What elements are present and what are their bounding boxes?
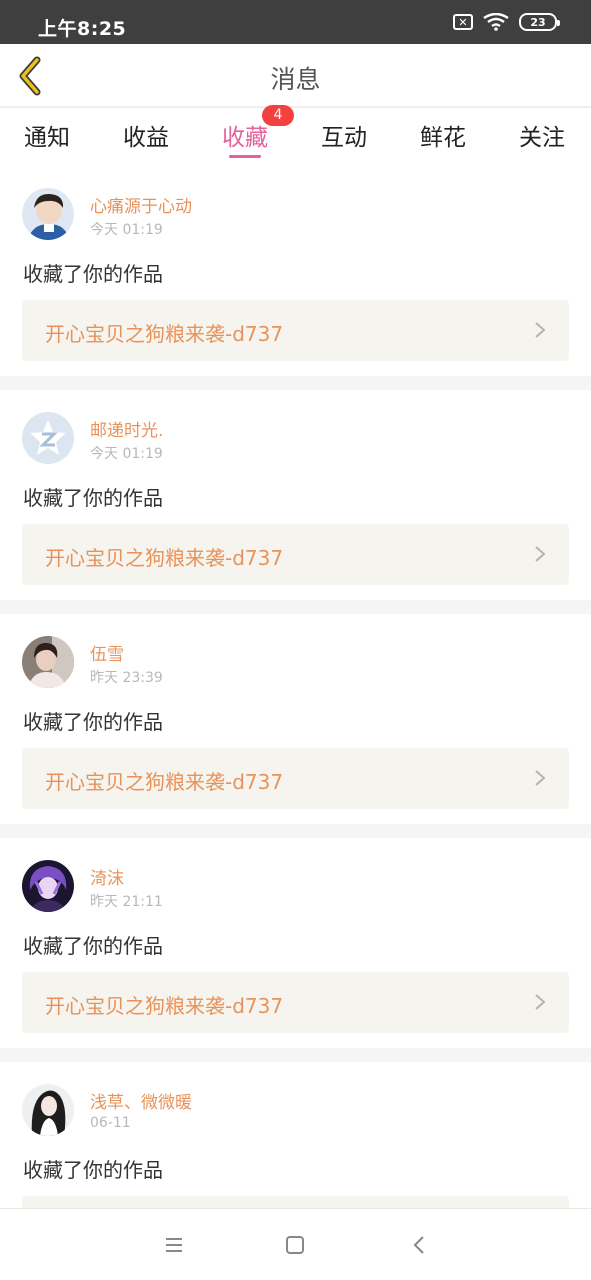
message-card: 浅草、微微暖 06-11 收藏了你的作品 [0, 1062, 591, 1208]
work-link[interactable]: 开心宝贝之狗粮来袭-d737 [22, 300, 569, 361]
divider [0, 1048, 591, 1062]
tab-label: 互动 [321, 125, 367, 151]
work-title: 开心宝贝之狗粮来袭-d737 [45, 770, 284, 794]
tab-label: 收藏 [222, 125, 268, 151]
divider [0, 376, 591, 390]
chevron-right-icon [535, 770, 546, 786]
username[interactable]: 浅草、微微暖 [90, 1088, 192, 1113]
sim-off-icon: ✕ [453, 14, 473, 30]
username[interactable]: 心痛源于心动 [90, 192, 192, 217]
avatar[interactable] [22, 188, 74, 240]
tab-flowers[interactable]: 鲜花 [420, 118, 466, 152]
work-link[interactable]: 开心宝贝之狗粮来袭-d737 [22, 524, 569, 585]
timestamp: 昨天 23:39 [90, 670, 163, 686]
tab-follow[interactable]: 关注 [519, 118, 565, 152]
timestamp: 昨天 21:11 [90, 894, 163, 910]
username[interactable]: 邮递时光. [90, 416, 163, 441]
avatar[interactable] [22, 1084, 74, 1136]
action-text: 收藏了你的作品 [23, 710, 163, 734]
chevron-right-icon [535, 546, 546, 562]
menu-icon[interactable] [162, 1233, 186, 1257]
unread-badge: 4 [262, 105, 294, 126]
avatar[interactable] [22, 860, 74, 912]
page-title: 消息 [270, 65, 321, 94]
action-text: 收藏了你的作品 [23, 262, 163, 286]
divider [0, 824, 591, 838]
work-link[interactable]: 开心宝贝之狗粮来袭-d737 [22, 748, 569, 809]
timestamp: 今天 01:19 [90, 446, 163, 462]
tab-interactions[interactable]: 互动 [321, 118, 367, 152]
tab-label: 关注 [519, 125, 565, 151]
back-triangle-icon[interactable] [407, 1233, 431, 1257]
status-time: 上午8:25 [38, 18, 127, 40]
status-bar: 上午8:25 ✕ 23 [0, 0, 591, 44]
work-link[interactable] [22, 1196, 569, 1208]
message-feed[interactable]: 心痛源于心动 今天 01:19 收藏了你的作品 开心宝贝之狗粮来袭-d737 邮… [0, 166, 591, 1208]
username[interactable]: 渏沫 [90, 864, 124, 889]
tab-label: 鲜花 [420, 125, 466, 151]
tab-favorites[interactable]: 收藏 4 [222, 105, 294, 158]
active-tab-indicator [229, 155, 261, 158]
work-title: 开心宝贝之狗粮来袭-d737 [45, 322, 284, 346]
work-link[interactable]: 开心宝贝之狗粮来袭-d737 [22, 972, 569, 1033]
message-card: 邮递时光. 今天 01:19 收藏了你的作品 开心宝贝之狗粮来袭-d737 [0, 390, 591, 600]
tab-earnings[interactable]: 收益 [123, 118, 169, 152]
username[interactable]: 伍雪 [90, 640, 124, 665]
message-card: 伍雪 昨天 23:39 收藏了你的作品 开心宝贝之狗粮来袭-d737 [0, 614, 591, 824]
avatar[interactable] [22, 636, 74, 688]
system-nav-bar [0, 1208, 591, 1280]
chevron-right-icon [535, 322, 546, 338]
status-icons: ✕ 23 [453, 13, 560, 31]
action-text: 收藏了你的作品 [23, 934, 163, 958]
action-text: 收藏了你的作品 [23, 1158, 163, 1182]
tab-bar: 通知 收益 收藏 4 互动 鲜花 关注 [0, 105, 591, 166]
tab-label: 收益 [123, 125, 169, 151]
nav-bar: 消息 [0, 44, 591, 108]
avatar[interactable] [22, 412, 74, 464]
work-title: 开心宝贝之狗粮来袭-d737 [45, 546, 284, 570]
wifi-icon [483, 13, 509, 31]
tab-label: 通知 [24, 125, 70, 151]
timestamp: 06-11 [90, 1115, 131, 1131]
timestamp: 今天 01:19 [90, 222, 163, 238]
battery-indicator: 23 [519, 13, 560, 31]
divider [0, 600, 591, 614]
message-card: 渏沫 昨天 21:11 收藏了你的作品 开心宝贝之狗粮来袭-d737 [0, 838, 591, 1048]
home-square-icon[interactable] [283, 1233, 307, 1257]
message-card: 心痛源于心动 今天 01:19 收藏了你的作品 开心宝贝之狗粮来袭-d737 [0, 166, 591, 376]
action-text: 收藏了你的作品 [23, 486, 163, 510]
work-title: 开心宝贝之狗粮来袭-d737 [45, 994, 284, 1018]
tab-notifications[interactable]: 通知 [24, 118, 70, 152]
chevron-right-icon [535, 994, 546, 1010]
